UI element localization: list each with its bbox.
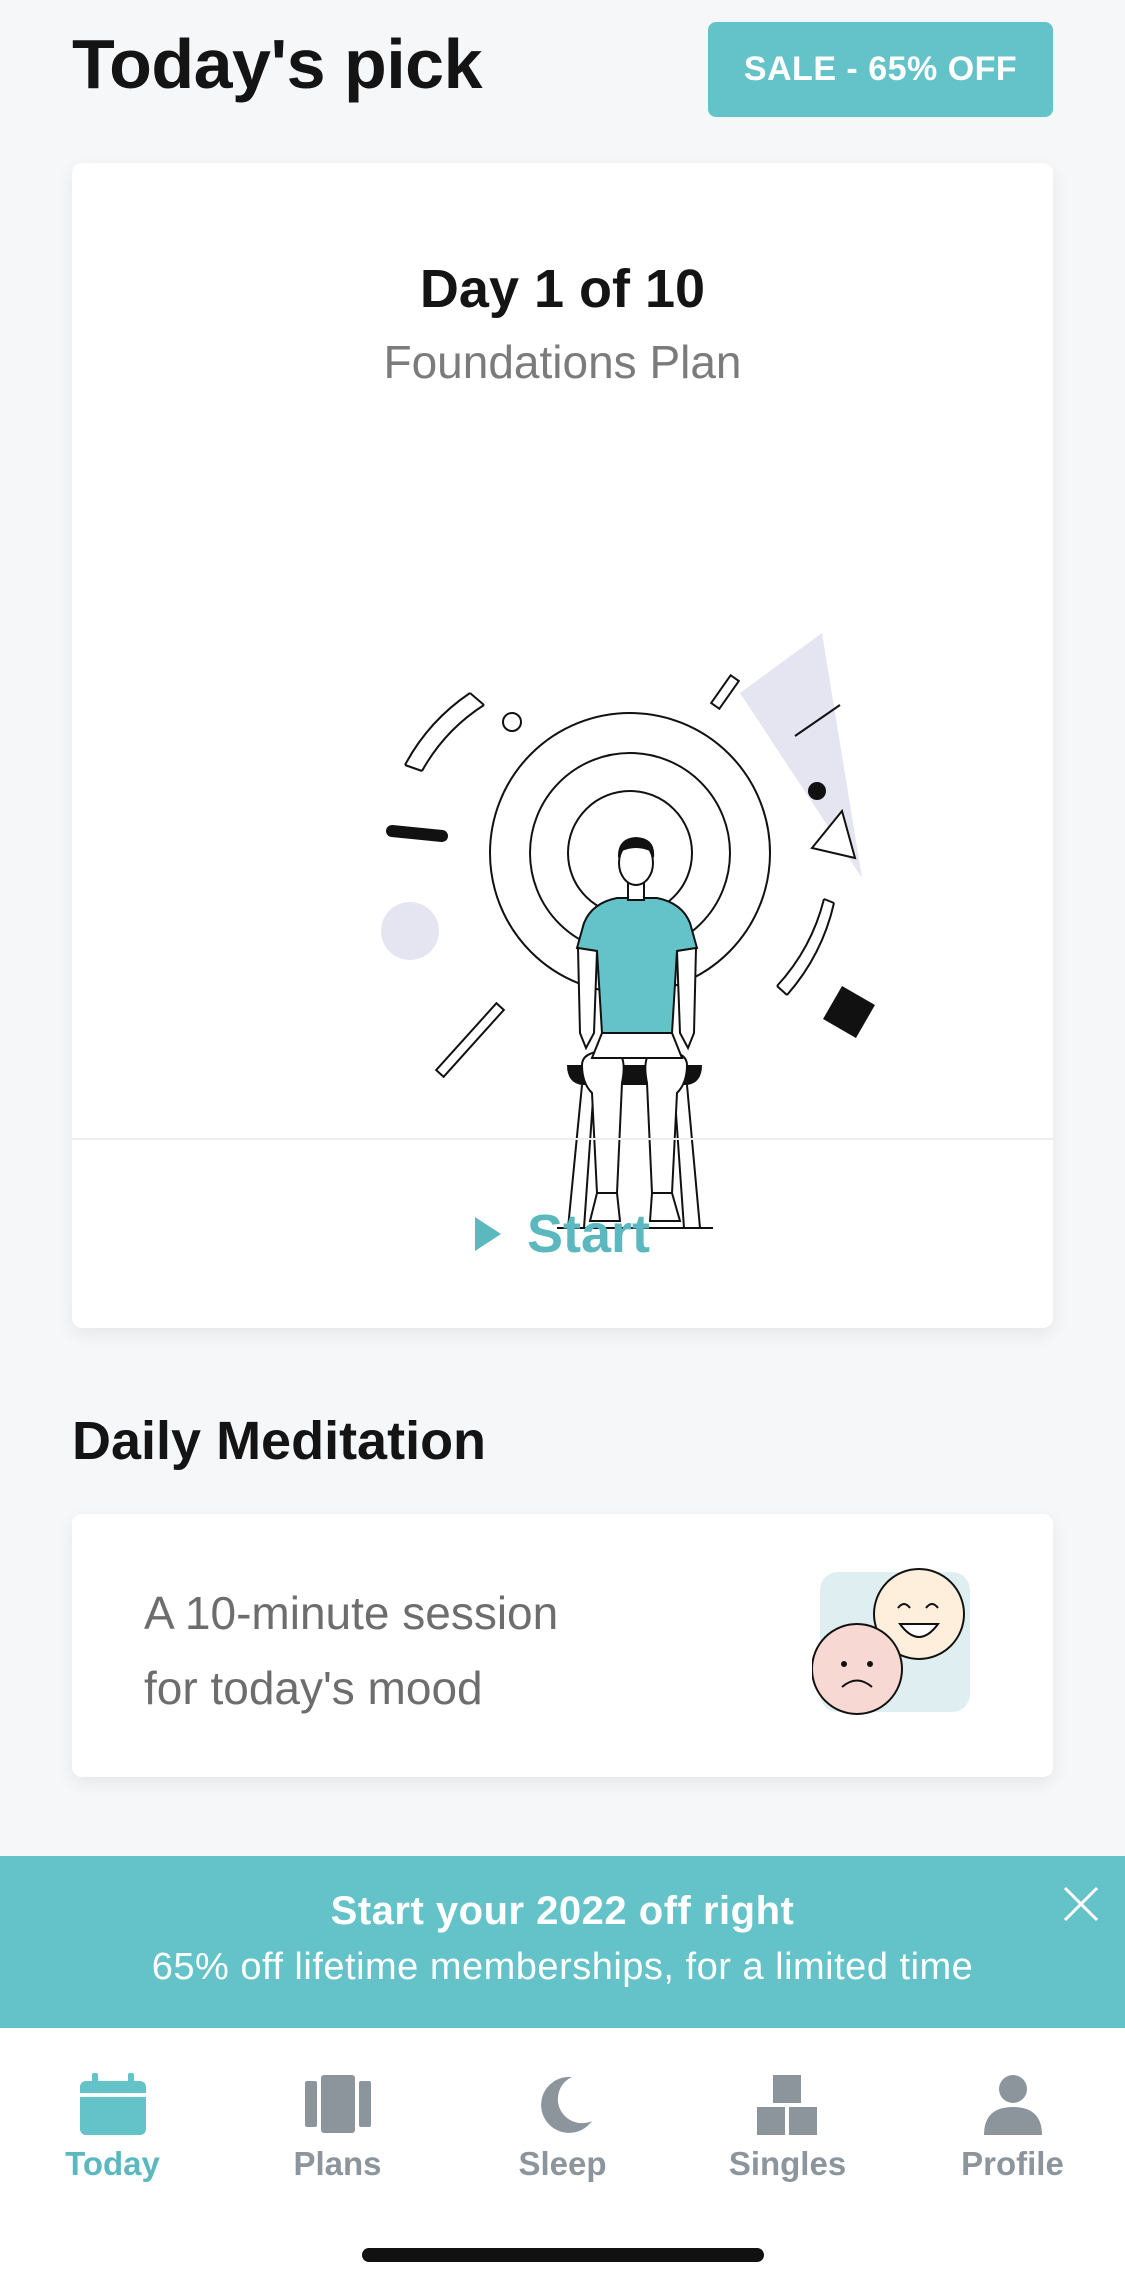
description-line-2: for today's mood <box>144 1662 483 1714</box>
tab-plans[interactable]: Plans <box>225 2073 450 2213</box>
tab-profile[interactable]: Profile <box>900 2073 1125 2213</box>
promo-title: Start your 2022 off right <box>330 1889 795 1933</box>
tab-singles-label: Singles <box>728 2145 847 2182</box>
sale-badge-button[interactable]: SALE - 65% OFF <box>708 22 1053 117</box>
start-label: Start <box>526 1204 651 1264</box>
moon-icon <box>540 2076 592 2133</box>
tab-singles[interactable]: Singles <box>675 2073 900 2213</box>
tab-sleep[interactable]: Sleep <box>450 2073 675 2213</box>
daily-meditation-description: A 10-minute session for today's mood <box>144 1576 664 1726</box>
promo-banner[interactable]: Start your 2022 off right 65% off lifeti… <box>0 1856 1125 2028</box>
bottom-tab-bar: Today Plans Sleep Singles Profile <box>0 2028 1125 2284</box>
tab-today-label: Today <box>65 2145 160 2182</box>
tab-profile-label: Profile <box>961 2145 1064 2182</box>
todays-pick-card[interactable]: Day 1 of 10 Foundations Plan Start <box>72 163 1053 1328</box>
blocks-icon <box>756 2075 817 2135</box>
tab-plans-label: Plans <box>293 2145 382 2182</box>
start-button[interactable]: Start <box>72 1140 1053 1328</box>
mood-faces-icon <box>812 1568 970 1715</box>
plan-day-label: Day 1 of 10 <box>419 259 706 319</box>
plan-name: Foundations Plan <box>383 336 742 388</box>
promo-subtitle: 65% off lifetime memberships, for a limi… <box>151 1946 974 1988</box>
play-icon <box>474 1217 501 1251</box>
home-indicator <box>362 2248 764 2262</box>
calendar-icon <box>79 2073 146 2135</box>
tab-today[interactable]: Today <box>0 2073 225 2213</box>
page-title: Today's pick <box>72 25 483 103</box>
daily-meditation-card[interactable]: A 10-minute session for today's mood <box>72 1514 1053 1777</box>
plans-icon <box>304 2075 371 2133</box>
person-icon <box>983 2075 1042 2135</box>
description-line-1: A 10-minute session <box>144 1587 559 1639</box>
daily-meditation-title: Daily Meditation <box>72 1411 487 1471</box>
close-icon[interactable] <box>1059 1882 1103 1926</box>
tab-sleep-label: Sleep <box>518 2145 607 2182</box>
